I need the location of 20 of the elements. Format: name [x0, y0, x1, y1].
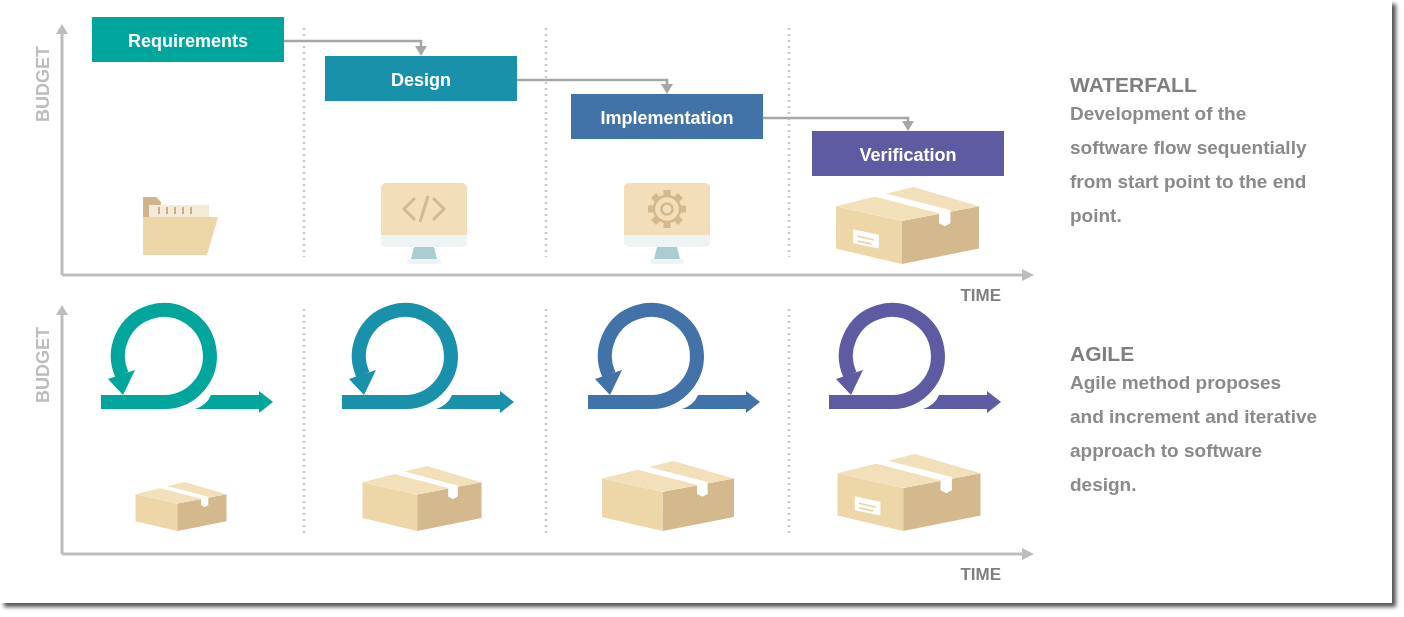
method-title: AGILE — [1070, 341, 1136, 367]
box-icon — [362, 466, 482, 531]
box-icon — [135, 482, 227, 531]
axis-label: TIME — [960, 286, 1001, 305]
phase-box: Implementation — [571, 94, 763, 139]
axis-label: BUDGET — [33, 327, 53, 403]
folder-icon — [143, 197, 218, 255]
code-monitor-icon — [381, 183, 467, 264]
box-icon — [602, 461, 734, 531]
axis-label: BUDGET — [33, 46, 53, 122]
labeled-box-icon — [836, 187, 979, 264]
method-description: Agile method proposes and increment and iterative approach to software design. — [1070, 371, 1319, 498]
gear-monitor-icon — [624, 183, 710, 264]
method-title: WATERFALL — [1070, 72, 1198, 98]
labeled-box-icon — [837, 454, 981, 531]
phase-box: Verification — [812, 131, 1004, 176]
axis-label: TIME — [960, 565, 1001, 584]
method-description: Development of the software flow sequentially from start point to the end point. — [1070, 102, 1308, 229]
phase-box: Design — [325, 56, 517, 101]
phase-box: Requirements — [92, 17, 284, 62]
